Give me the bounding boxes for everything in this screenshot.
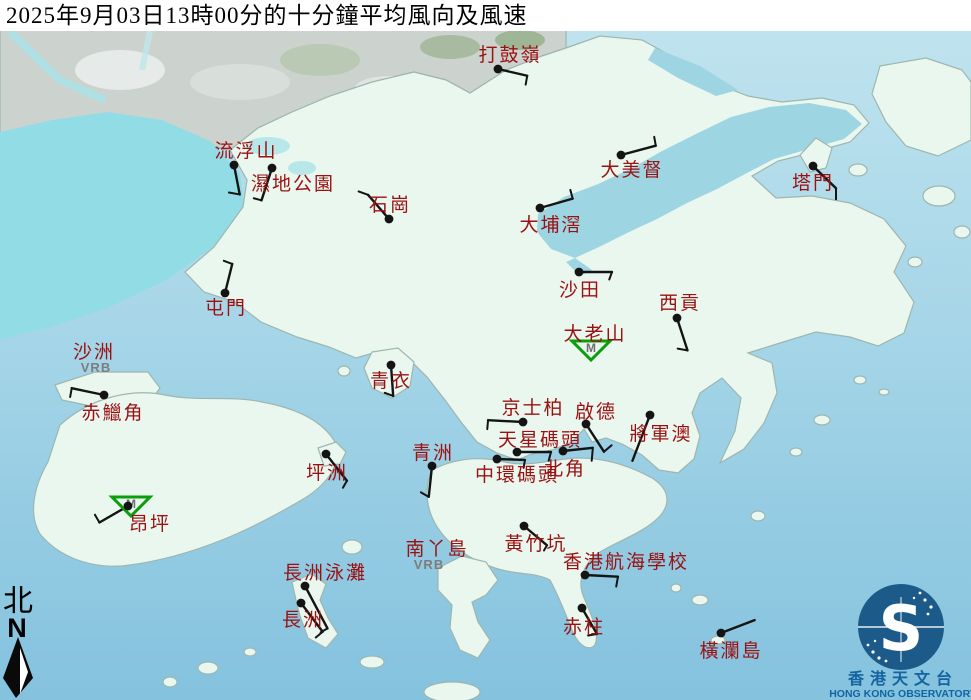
station-dot [809, 162, 818, 171]
station-label: 大埔滘 [519, 214, 582, 236]
station-dot [578, 604, 587, 613]
station-dot [536, 204, 545, 213]
hko-logo-name-cn: 香港天文台 [847, 669, 958, 688]
station-label: 青洲 [412, 442, 454, 464]
station-label: 西貢 [659, 293, 701, 314]
station-label: 打鼓嶺 [478, 44, 541, 66]
station-label: 將軍澳 [629, 423, 692, 445]
station-label: 黃竹坑 [504, 533, 567, 555]
station-label: 屯門 [205, 297, 247, 319]
vrb-label: VRB [414, 557, 444, 572]
station-label: 塔門 [792, 172, 834, 194]
station-label: 啟德 [575, 401, 617, 423]
station-dot [297, 599, 306, 608]
station-label: 赤鱲角 [81, 402, 144, 424]
hko-wind-map-page: 打鼓嶺流浮山濕地公園石崗屯門大美督塔門大埔滘沙田西貢M大老山沙洲VRB赤鱲角青衣… [0, 0, 971, 700]
station-label: 天星碼頭 [498, 430, 582, 451]
station-dot [617, 151, 626, 160]
station-dot [559, 447, 568, 456]
station-label: 濕地公園 [251, 173, 335, 195]
compass-north-letter: N [7, 613, 27, 643]
station-label: 香港航海學校 [563, 551, 689, 573]
wind-map: 打鼓嶺流浮山濕地公園石崗屯門大美督塔門大埔滘沙田西貢M大老山沙洲VRB赤鱲角青衣… [0, 0, 971, 700]
wind-barb-tick [592, 448, 593, 461]
station-label: 橫瀾島 [699, 640, 762, 662]
station-dot [673, 314, 682, 323]
station-label: 石崗 [369, 194, 411, 216]
station-dot [124, 502, 133, 511]
vrb-label: VRB [81, 360, 111, 375]
station-dot [268, 164, 277, 173]
station-label: 青衣 [370, 370, 412, 392]
station-label: 大美督 [600, 159, 663, 181]
station-dot [520, 522, 529, 531]
hko-logo-name-en: HONG KONG OBSERVATORY [829, 688, 971, 700]
station-label: 坪洲 [306, 462, 348, 484]
station-label: 赤柱 [563, 616, 605, 638]
station-dot [717, 629, 726, 638]
station-label: 大老山 [563, 323, 626, 345]
wind-barb-tick [487, 420, 488, 429]
station-dot [493, 455, 502, 464]
station-dot [646, 411, 655, 420]
station-label: 長洲泳灘 [283, 562, 367, 584]
station-dot [322, 450, 331, 459]
station-dot [100, 391, 109, 400]
fishponds [288, 161, 316, 175]
hko-logo-s-swirl: S [879, 592, 924, 665]
station-label: 流浮山 [214, 140, 277, 162]
station-label: 沙田 [559, 280, 601, 301]
station-dot [575, 268, 584, 277]
station-label: 長洲 [282, 610, 324, 631]
station-label: 中環碼頭 [475, 464, 559, 486]
station-dot [387, 361, 396, 370]
station-dot [221, 289, 230, 298]
station-label: 昂坪 [129, 513, 171, 535]
map-title: 2025年9月03日13時00分的十分鐘平均風向及風速 [6, 3, 528, 28]
station-label: 京士柏 [501, 397, 564, 419]
